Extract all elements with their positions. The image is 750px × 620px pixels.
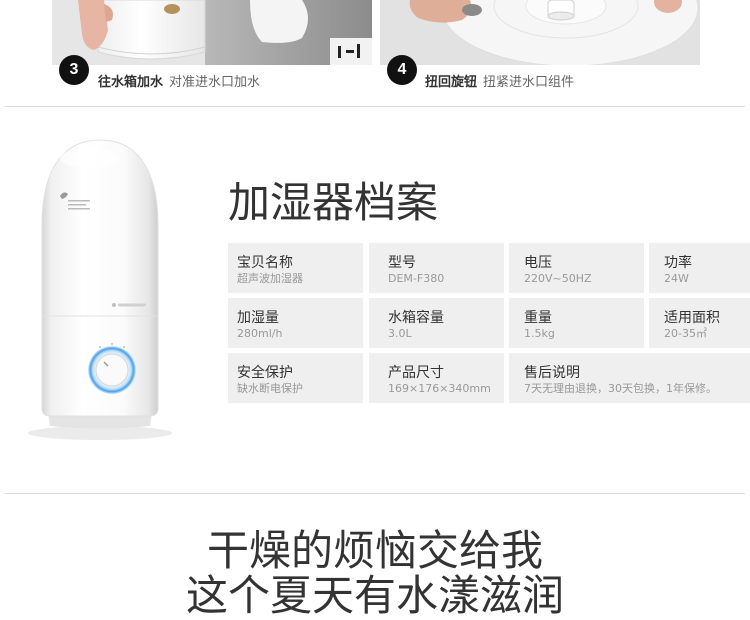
brand-logo-text: [68, 208, 90, 210]
spec-value: 220V~50HZ: [524, 272, 592, 285]
knob-part: [462, 4, 482, 16]
humidifier-product-image: [28, 139, 172, 440]
spec-cell-model: 型号 DEM-F380: [369, 243, 504, 293]
step-4-badge: 4: [387, 55, 417, 85]
brand-mark: [118, 303, 146, 307]
spec-cell-coverage-area: 适用面积 20-35㎡: [649, 298, 750, 348]
spec-value: 超声波加湿器: [237, 272, 303, 285]
spec-label: 售后说明: [524, 365, 580, 381]
spec-label: 加湿量: [237, 310, 279, 326]
spec-value: 20-35㎡: [664, 327, 707, 340]
brand-logo-text: [68, 200, 90, 202]
slogan-line-2: 这个夏天有水漾滋润: [185, 571, 564, 620]
step-3-caption: 往水箱加水 对准进水口加水: [98, 75, 260, 91]
spec-label: 型号: [388, 255, 416, 271]
spec-cell-dimensions: 产品尺寸 169×176×340mm: [369, 353, 504, 403]
dial-marker: [111, 343, 113, 345]
dial-marker: [99, 346, 101, 348]
control-knob: [95, 353, 129, 387]
paper-mark: [338, 46, 341, 58]
spec-label: 宝贝名称: [237, 255, 293, 271]
step-4-title: 扭回旋钮: [425, 75, 478, 90]
spec-label: 重量: [524, 310, 552, 326]
spec-value: 缺水断电保护: [237, 382, 303, 395]
brand-mark-icon: [112, 303, 116, 307]
dial-marker: [123, 346, 125, 348]
spec-label: 水箱容量: [388, 310, 444, 326]
body-highlight: [60, 148, 120, 168]
spec-cell-humidification-rate: 加湿量 280ml/h: [228, 298, 363, 348]
step-4-caption: 扭回旋钮 扭紧进水口组件: [425, 75, 574, 91]
inlet-assembly-base: [547, 11, 575, 21]
spec-value: 24W: [664, 272, 689, 285]
spec-value: 1.5kg: [524, 327, 555, 340]
spec-cell-power: 功率 24W: [649, 243, 750, 293]
slogan: 干燥的烦恼交给我 这个夏天有水漾滋润: [0, 528, 750, 618]
step-3-description: 对准进水口加水: [169, 75, 261, 90]
paper-mark: [346, 50, 354, 53]
spec-cell-safety-protection: 安全保护 缺水断电保护: [228, 353, 363, 403]
step-4-description: 扭紧进水口组件: [483, 75, 575, 90]
spec-label: 适用面积: [664, 310, 720, 326]
spec-cell-after-sales: 售后说明 7天无理由退换，30天包换，1年保修。: [509, 353, 750, 403]
step-3-badge: 3: [59, 55, 89, 85]
step-3-photo: [52, 0, 372, 65]
section-divider: [5, 493, 745, 494]
step-3-title: 往水箱加水: [98, 75, 164, 90]
spec-value: 3.0L: [388, 327, 412, 340]
step-4-photo: [380, 0, 700, 65]
section-divider: [5, 106, 745, 107]
spec-cell-tank-capacity: 水箱容量 3.0L: [369, 298, 504, 348]
water-pitcher: [250, 0, 308, 43]
spec-label: 安全保护: [237, 365, 293, 381]
slogan-line-1: 干燥的烦恼交给我: [206, 526, 543, 575]
spec-cell-voltage: 电压 220V~50HZ: [509, 243, 644, 293]
brand-logo-text: [68, 204, 86, 206]
spec-value: 280ml/h: [237, 327, 283, 340]
spec-cell-weight: 重量 1.5kg: [509, 298, 644, 348]
spec-value: DEM-F380: [388, 272, 445, 285]
spec-label: 产品尺寸: [388, 365, 444, 381]
spec-value: 7天无理由退换，30天包换，1年保修。: [524, 382, 717, 395]
paper-mark: [357, 44, 360, 58]
spec-label: 功率: [664, 255, 692, 271]
spec-value: 169×176×340mm: [388, 382, 491, 395]
spec-label: 电压: [524, 255, 552, 271]
profile-title: 加湿器档案: [228, 178, 439, 227]
tank-cap: [164, 4, 180, 14]
spec-cell-product-name: 宝贝名称 超声波加湿器: [228, 243, 363, 293]
